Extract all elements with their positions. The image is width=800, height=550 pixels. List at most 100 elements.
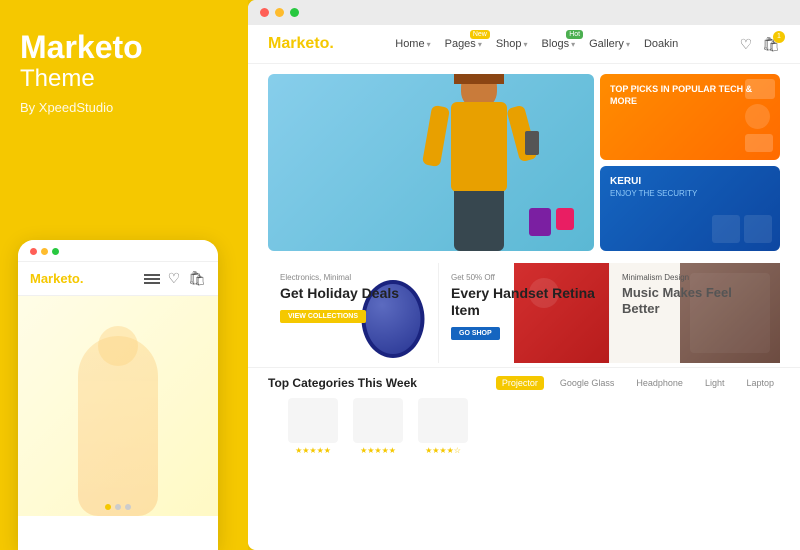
indicator-dot-2 (115, 504, 121, 510)
promo-section: Electronics, Minimal Get Holiday Deals V… (248, 263, 800, 363)
categories-section: Top Categories This Week Projector Googl… (248, 367, 800, 459)
promo-music-tag: Minimalism Design (622, 273, 768, 282)
hero-main-banner (268, 74, 594, 251)
promo-music-title: Music Makes Feel Better (622, 285, 768, 316)
indicator-dot-1 (105, 504, 111, 510)
site-content: Marketo. Home ▾ Pages ▾ New Shop ▾ Blogs (248, 25, 800, 550)
mobile-nav: Marketo. ♡ 🛍 (18, 262, 218, 296)
security-device-2 (744, 215, 772, 243)
promo-music-content: Minimalism Design Music Makes Feel Bette… (622, 273, 768, 316)
browser-dot-red (260, 8, 269, 17)
nav-shop[interactable]: Shop ▾ (496, 38, 528, 50)
promo-card-holiday: Electronics, Minimal Get Holiday Deals V… (268, 263, 439, 363)
categories-tabs: Projector Google Glass Headphone Light L… (496, 376, 780, 390)
promo-handset-content: Get 50% Off Every Handset Retina Item GO… (451, 273, 597, 340)
nav-gallery[interactable]: Gallery ▾ (589, 38, 630, 50)
mobile-dot-indicator (105, 504, 131, 510)
site-nav: Home ▾ Pages ▾ New Shop ▾ Blogs ▾ Hot (395, 38, 678, 50)
product-item-1: ★★★★★ (288, 398, 338, 455)
left-panel: Marketo Theme By XpeedStudio Marketo. ♡ … (0, 0, 248, 550)
hero-section: TOP PICKS IN POPULAR TECH & MORE KERUI E… (248, 64, 800, 259)
promo-holiday-tag: Electronics, Minimal (280, 273, 399, 282)
nav-shop-arrow: ▾ (524, 40, 528, 49)
product-stars-1: ★★★★★ (288, 446, 338, 455)
promo-handset-btn[interactable]: GO SHOP (451, 327, 500, 340)
hamburger-icon[interactable] (144, 274, 160, 284)
categories-header: Top Categories This Week Projector Googl… (268, 376, 780, 390)
mobile-hero (18, 296, 218, 516)
browser-chrome (248, 0, 800, 25)
hero-woman-figure (419, 74, 539, 251)
mobile-mockup: Marketo. ♡ 🛍 (18, 240, 218, 550)
product-stars-3: ★★★★☆ (418, 446, 468, 455)
promo-handset-tag: Get 50% Off (451, 273, 597, 282)
header-icons: ♡ 🛍 1 (740, 36, 780, 53)
nav-doakin[interactable]: Doakin (644, 38, 678, 50)
hero-tech-banner: TOP PICKS IN POPULAR TECH & MORE (600, 74, 780, 160)
security-items (712, 215, 772, 243)
nav-pages-arrow: ▾ (478, 40, 482, 49)
product-item-2: ★★★★★ (353, 398, 403, 455)
cart-icon[interactable]: 🛍 1 (762, 36, 780, 53)
mobile-dot-red (30, 248, 37, 255)
site-header: Marketo. Home ▾ Pages ▾ New Shop ▾ Blogs (248, 25, 800, 64)
nav-gallery-arrow: ▾ (626, 40, 630, 49)
nav-pages-badge: New (470, 30, 490, 39)
tech-item-camera (745, 79, 775, 99)
indicator-dot-3 (125, 504, 131, 510)
promo-card-music: Minimalism Design Music Makes Feel Bette… (610, 263, 780, 363)
site-main: TOP PICKS IN POPULAR TECH & MORE KERUI E… (248, 64, 800, 550)
hero-side-banners: TOP PICKS IN POPULAR TECH & MORE KERUI E… (600, 74, 780, 251)
browser-panel: Marketo. Home ▾ Pages ▾ New Shop ▾ Blogs (248, 0, 800, 550)
brand-name: Marketo Theme By XpeedStudio (20, 30, 228, 115)
nav-home[interactable]: Home ▾ (395, 38, 430, 50)
mobile-dot-yellow (41, 248, 48, 255)
promo-handset-title: Every Handset Retina Item (451, 285, 597, 319)
promo-card-handset: Get 50% Off Every Handset Retina Item GO… (439, 263, 610, 363)
shopping-bags (529, 208, 574, 236)
tech-items (745, 79, 775, 152)
cat-tab-headphone[interactable]: Headphone (630, 376, 689, 390)
promo-holiday-content: Electronics, Minimal Get Holiday Deals V… (280, 273, 399, 323)
categories-title: Top Categories This Week (268, 376, 417, 390)
cart-icon[interactable]: 🛍 (188, 270, 206, 287)
mobile-icons: ♡ 🛍 (144, 270, 206, 287)
promo-holiday-btn[interactable]: VIEW COLLECTIONS (280, 310, 366, 323)
brand-title: Marketo (20, 30, 228, 65)
cat-tab-google-glass[interactable]: Google Glass (554, 376, 621, 390)
hero-main-inner (268, 74, 594, 251)
nav-pages[interactable]: Pages ▾ New (445, 38, 482, 50)
hero-security-title: KERUI (610, 176, 770, 187)
product-image-3 (418, 398, 468, 443)
cat-tab-laptop[interactable]: Laptop (740, 376, 780, 390)
mobile-hero-figure (58, 316, 178, 516)
security-device-1 (712, 215, 740, 243)
hero-security-banner: KERUI ENJOY THE SECURITY (600, 166, 780, 252)
nav-blogs-badge: Hot (566, 30, 583, 39)
browser-dot-yellow (275, 8, 284, 17)
product-stars-2: ★★★★★ (353, 446, 403, 455)
nav-home-arrow: ▾ (427, 40, 431, 49)
browser-dot-green (290, 8, 299, 17)
tech-item-drone (745, 104, 770, 129)
brand-subtitle: Theme (20, 65, 228, 94)
promo-holiday-title: Get Holiday Deals (280, 285, 399, 302)
wishlist-icon[interactable]: ♡ (740, 36, 753, 53)
heart-icon[interactable]: ♡ (168, 270, 181, 287)
site-logo: Marketo. (268, 35, 334, 53)
product-image-2 (353, 398, 403, 443)
cat-tab-light[interactable]: Light (699, 376, 731, 390)
hero-security-sub: ENJOY THE SECURITY (610, 189, 770, 198)
tech-item-device (745, 134, 773, 152)
cat-tab-projector[interactable]: Projector (496, 376, 544, 390)
nav-blogs-arrow: ▾ (571, 40, 575, 49)
mobile-top-bar (18, 240, 218, 262)
mobile-logo: Marketo. (30, 271, 83, 286)
cart-count: 1 (773, 31, 785, 43)
by-text: By XpeedStudio (20, 100, 228, 115)
mobile-dot-green (52, 248, 59, 255)
product-item-3: ★★★★☆ (418, 398, 468, 455)
mobile-dots (30, 248, 59, 255)
product-image-1 (288, 398, 338, 443)
nav-blogs[interactable]: Blogs ▾ Hot (542, 38, 576, 50)
